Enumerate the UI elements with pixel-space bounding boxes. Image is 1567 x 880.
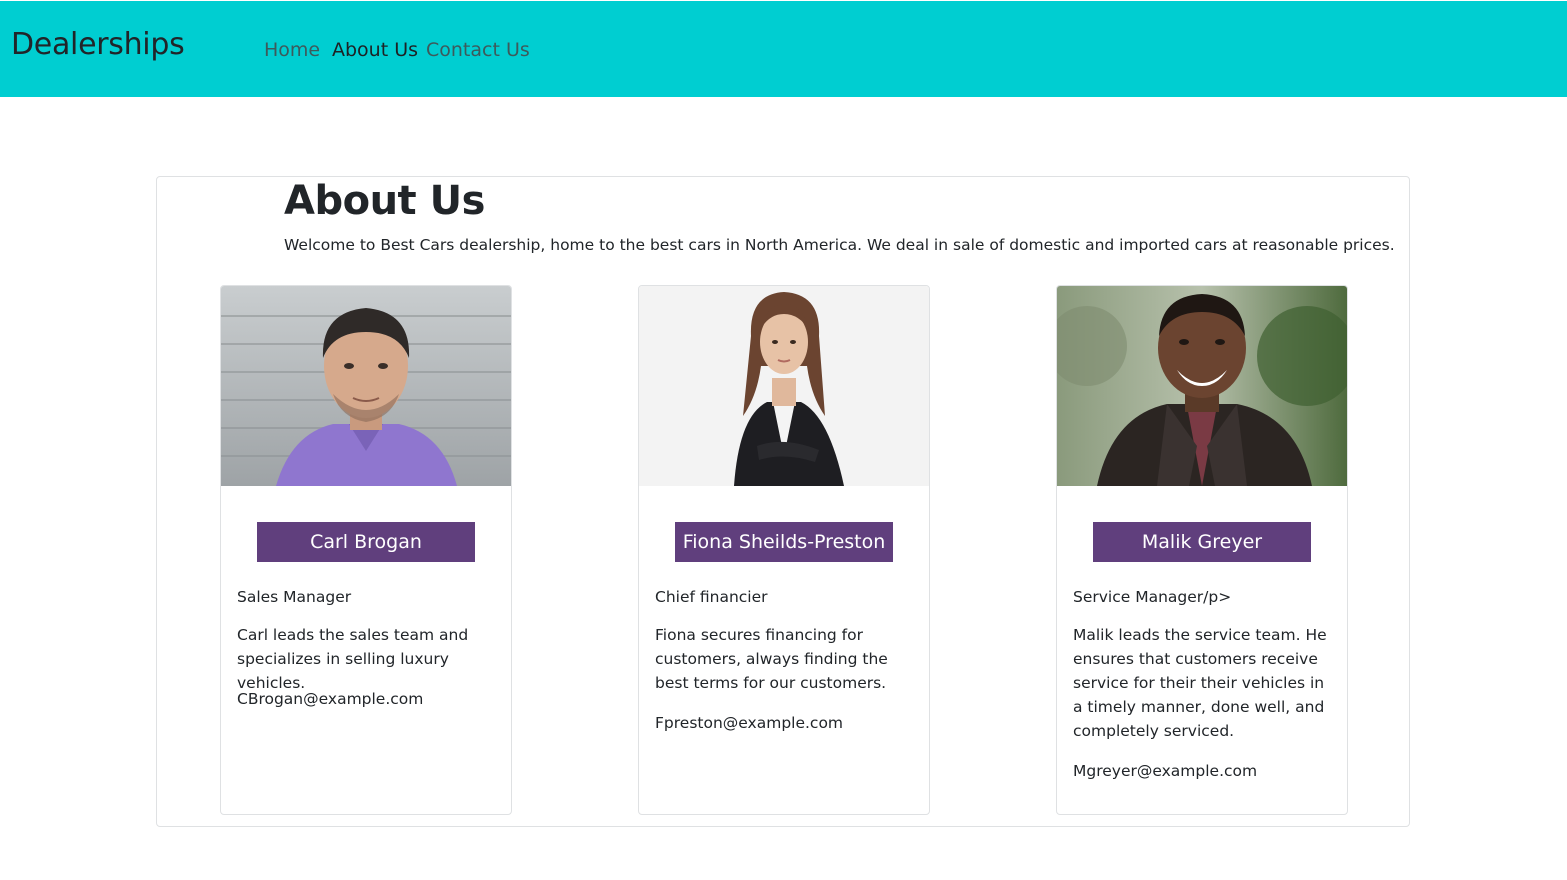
role-text: Sales Manager	[237, 588, 352, 606]
nav-link-about-us[interactable]: About Us	[332, 39, 418, 61]
navbar: Dealerships Home About Us Contact Us	[0, 1, 1567, 97]
name-badge: Fiona Sheilds-Preston	[675, 522, 893, 562]
brand-logo-text[interactable]: Dealerships	[11, 27, 185, 62]
carl-photo	[221, 286, 511, 486]
description-text: Fiona secures financing for customers, a…	[655, 626, 888, 692]
team-card-carl: Carl Brogan Sales Manager Carl leads the…	[220, 285, 512, 815]
fiona-photo	[639, 286, 929, 486]
email-text: CBrogan@example.com	[237, 690, 424, 708]
role-text: Service Manager/p>	[1073, 588, 1232, 606]
description-text: Malik leads the service team. He ensures…	[1073, 626, 1327, 740]
email-text: Mgreyer@example.com	[1073, 762, 1258, 780]
page-title: About Us	[284, 178, 485, 224]
team-card-malik: Malik Greyer Service Manager/p> Malik le…	[1056, 285, 1348, 815]
role-text: Chief financier	[655, 588, 768, 606]
malik-photo	[1057, 286, 1347, 486]
description-text: Carl leads the sales team and specialize…	[237, 626, 469, 692]
intro-text: Welcome to Best Cars dealership, home to…	[284, 236, 1395, 254]
email-text: Fpreston@example.com	[655, 714, 844, 732]
team-card-fiona: Fiona Sheilds-Preston Chief financier Fi…	[638, 285, 930, 815]
name-badge: Carl Brogan	[257, 522, 475, 562]
name-badge: Malik Greyer	[1093, 522, 1311, 562]
nav-link-home[interactable]: Home	[264, 39, 320, 61]
nav-link-contact-us[interactable]: Contact Us	[426, 39, 530, 61]
